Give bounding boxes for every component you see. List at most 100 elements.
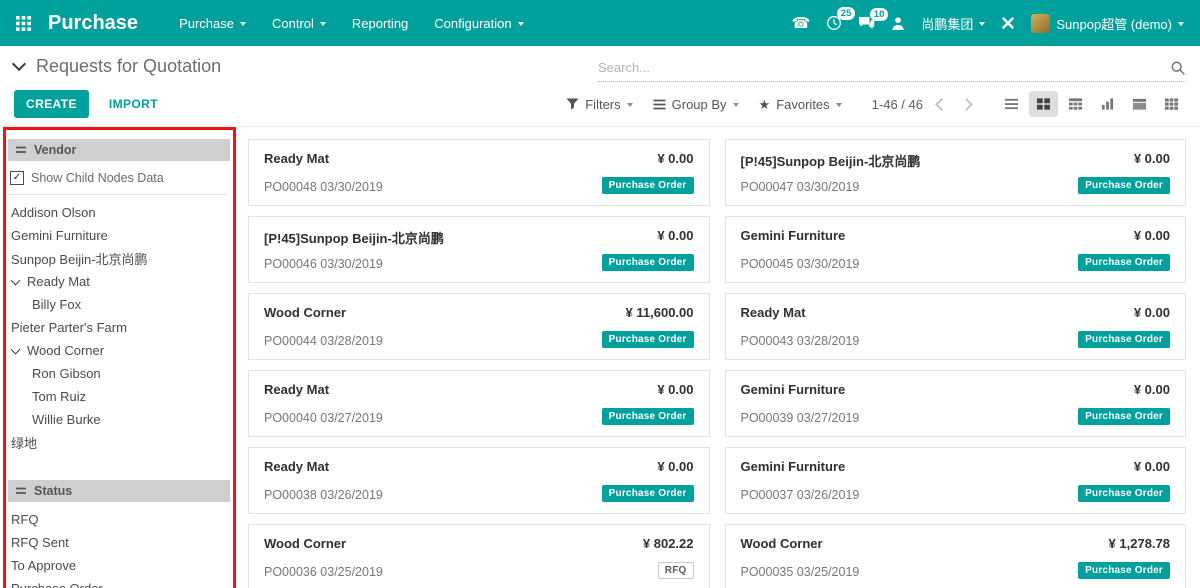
- status-filter-item[interactable]: RFQ: [8, 508, 236, 531]
- status-section-title: Status: [34, 484, 72, 498]
- card-status-badge: Purchase Order: [602, 331, 694, 348]
- search-options: Filters Group By ★ Favorites: [566, 97, 841, 112]
- caret-down-icon: [1178, 22, 1184, 26]
- favorites-menu[interactable]: ★ Favorites: [759, 97, 842, 112]
- kanban-card[interactable]: Ready Mat ¥ 0.00 PO00048 03/30/2019 Purc…: [248, 139, 710, 206]
- menu-item-label: Control: [272, 16, 314, 31]
- pager-previous-button[interactable]: [935, 98, 948, 111]
- tools-button[interactable]: [1001, 16, 1015, 30]
- menu-item-label: Configuration: [434, 16, 511, 31]
- vendor-filter-item[interactable]: Wood Corner: [8, 339, 236, 362]
- menu-item[interactable]: Reporting: [339, 0, 421, 46]
- menu-item[interactable]: Configuration: [421, 0, 536, 46]
- card-status-badge: Purchase Order: [1078, 177, 1170, 194]
- chevron-right-icon: [960, 98, 973, 111]
- app-title[interactable]: Purchase: [48, 12, 138, 35]
- user-avatar: [1031, 14, 1050, 33]
- kanban-card[interactable]: [P!45]Sunpop Beijin-北京尚鹏 ¥ 0.00 PO00047 …: [725, 139, 1187, 206]
- vendor-filter-item[interactable]: Sunpop Beijin-北京尚鹏: [8, 247, 236, 270]
- graph-view-button[interactable]: [1093, 91, 1122, 117]
- checkbox-icon: ✓: [10, 171, 24, 185]
- section-bars-icon: [16, 146, 26, 154]
- kanban-card[interactable]: Gemini Furniture ¥ 0.00 PO00037 03/26/20…: [725, 447, 1187, 514]
- kanban-card[interactable]: Wood Corner ¥ 1,278.78 PO00035 03/25/201…: [725, 524, 1187, 588]
- search-panel-sidebar: Vendor ✓ Show Child Nodes Data Addison O…: [0, 139, 236, 588]
- status-filter-item[interactable]: Purchase Order: [8, 577, 236, 588]
- kanban-card[interactable]: Wood Corner ¥ 802.22 PO00036 03/25/2019 …: [248, 524, 710, 588]
- kanban-card[interactable]: Wood Corner ¥ 11,600.00 PO00044 03/28/20…: [248, 293, 710, 360]
- vendor-name: Ready Mat: [27, 274, 90, 289]
- calendar-view-button[interactable]: [1125, 91, 1154, 117]
- vendor-filter-item[interactable]: Pieter Parter's Farm: [8, 316, 236, 339]
- kanban-card[interactable]: Gemini Furniture ¥ 0.00 PO00045 03/30/20…: [725, 216, 1187, 283]
- status-name: RFQ Sent: [11, 535, 69, 550]
- search-icon[interactable]: [1170, 60, 1186, 76]
- filters-menu[interactable]: Filters: [566, 97, 632, 112]
- status-filter-item[interactable]: RFQ Sent: [8, 531, 236, 554]
- card-vendor-title: Ready Mat: [264, 151, 329, 166]
- card-status-badge: Purchase Order: [1078, 331, 1170, 348]
- caret-down-icon: [733, 103, 739, 107]
- employees-button[interactable]: [891, 16, 905, 31]
- menu-item[interactable]: Purchase: [166, 0, 259, 46]
- card-vendor-title: [P!45]Sunpop Beijin-北京尚鹏: [741, 151, 921, 170]
- card-reference: PO00035 03/25/2019: [741, 565, 860, 579]
- kanban-card[interactable]: [P!45]Sunpop Beijin-北京尚鹏 ¥ 0.00 PO00046 …: [248, 216, 710, 283]
- pivot-view-icon: [1068, 97, 1083, 111]
- card-status-badge: Purchase Order: [602, 485, 694, 502]
- vendor-filter-item[interactable]: Tom Ruiz: [8, 385, 236, 408]
- kanban-card[interactable]: Gemini Furniture ¥ 0.00 PO00039 03/27/20…: [725, 370, 1187, 437]
- card-status-badge: Purchase Order: [1078, 485, 1170, 502]
- apps-menu-button[interactable]: [0, 0, 46, 46]
- card-status-badge: Purchase Order: [1078, 408, 1170, 425]
- kanban-card[interactable]: Ready Mat ¥ 0.00 PO00040 03/27/2019 Purc…: [248, 370, 710, 437]
- list-view-button[interactable]: [997, 91, 1026, 117]
- user-menu[interactable]: Sunpop超管 (demo): [1031, 14, 1184, 33]
- kanban-view-icon: [1036, 97, 1051, 111]
- pivot-view-button[interactable]: [1061, 91, 1090, 117]
- vendor-filter-item[interactable]: Ron Gibson: [8, 362, 236, 385]
- vendor-name: Billy Fox: [32, 297, 81, 312]
- group-by-menu[interactable]: Group By: [653, 97, 739, 112]
- kanban-view-button[interactable]: [1029, 91, 1058, 117]
- messages-button[interactable]: 10: [858, 16, 875, 31]
- menu-item[interactable]: Control: [259, 0, 339, 46]
- control-panel: Requests for Quotation CREATE IMPORT Fil…: [0, 46, 1200, 127]
- status-name: Purchase Order: [11, 581, 103, 588]
- card-reference: PO00043 03/28/2019: [741, 334, 860, 348]
- vendor-filter-item[interactable]: Addison Olson: [8, 201, 236, 224]
- pager-next-button[interactable]: [960, 98, 973, 111]
- favorites-label: Favorites: [776, 97, 829, 112]
- card-vendor-title: Ready Mat: [741, 305, 806, 320]
- import-button[interactable]: IMPORT: [103, 96, 164, 112]
- card-amount: ¥ 0.00: [657, 382, 693, 397]
- vendor-filter-item[interactable]: Ready Mat: [8, 270, 236, 293]
- activity-counter-badge: 25: [837, 7, 856, 20]
- status-filter-item[interactable]: To Approve: [8, 554, 236, 577]
- kanban-card[interactable]: Ready Mat ¥ 0.00 PO00038 03/26/2019 Purc…: [248, 447, 710, 514]
- card-status-badge: Purchase Order: [602, 408, 694, 425]
- vendor-filter-item[interactable]: Willie Burke: [8, 408, 236, 431]
- create-button[interactable]: CREATE: [14, 90, 89, 118]
- calendar-view-icon: [1132, 97, 1147, 111]
- card-amount: ¥ 0.00: [657, 228, 693, 243]
- vendor-section-header[interactable]: Vendor: [8, 139, 230, 161]
- collapse-chevron-icon[interactable]: [12, 57, 26, 71]
- phone-icon: ☎: [792, 16, 811, 31]
- vendor-filter-item[interactable]: Gemini Furniture: [8, 224, 236, 247]
- search-input[interactable]: [598, 60, 1170, 75]
- show-child-nodes-checkbox[interactable]: ✓ Show Child Nodes Data: [8, 161, 226, 195]
- company-switcher[interactable]: 尚鹏集团: [921, 14, 985, 33]
- card-status-badge: Purchase Order: [1078, 254, 1170, 271]
- activities-button[interactable]: 25: [826, 15, 842, 31]
- activity-view-button[interactable]: [1157, 91, 1186, 117]
- vendor-filter-item[interactable]: Billy Fox: [8, 293, 236, 316]
- vendor-name: Tom Ruiz: [32, 389, 86, 404]
- phone-button[interactable]: ☎: [792, 16, 811, 31]
- vendor-filter-item[interactable]: 绿地: [8, 431, 236, 454]
- status-section-header[interactable]: Status: [8, 480, 230, 502]
- card-reference: PO00037 03/26/2019: [741, 488, 860, 502]
- status-name: To Approve: [11, 558, 76, 573]
- caret-down-icon: [836, 103, 842, 107]
- kanban-card[interactable]: Ready Mat ¥ 0.00 PO00043 03/28/2019 Purc…: [725, 293, 1187, 360]
